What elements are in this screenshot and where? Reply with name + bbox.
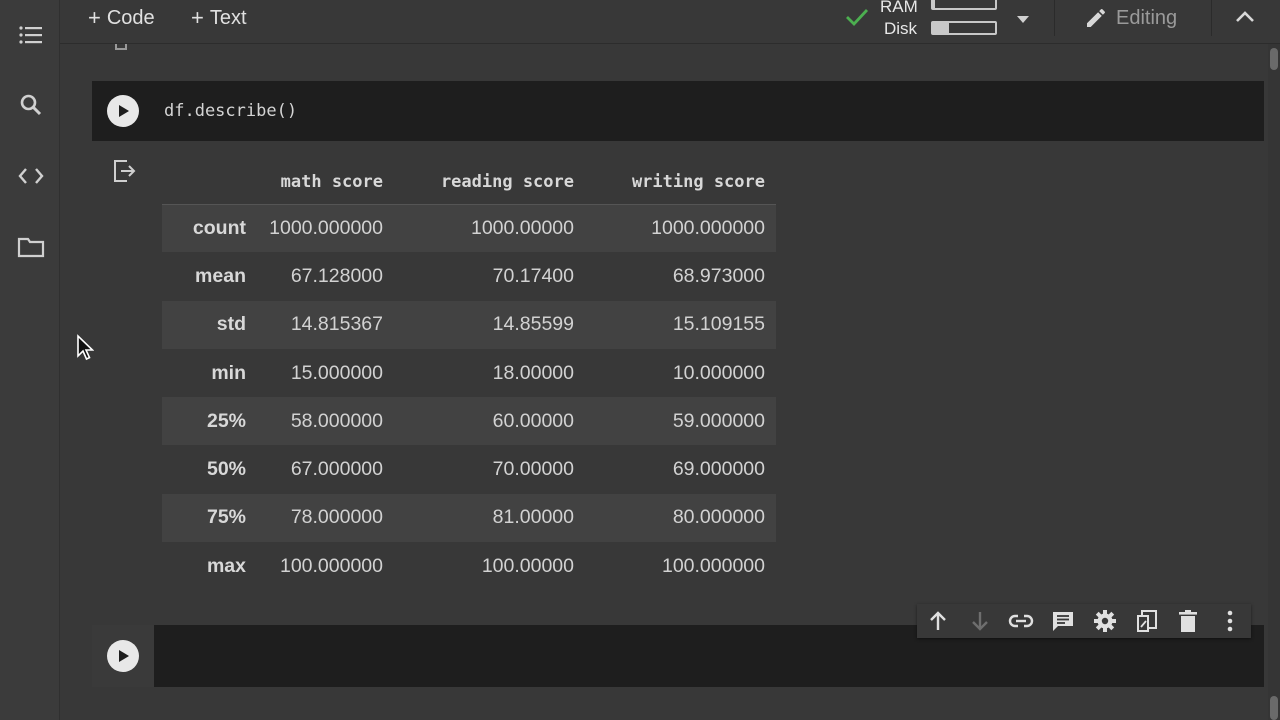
delete-icon[interactable] bbox=[1168, 604, 1210, 638]
plus-icon: + bbox=[191, 5, 204, 30]
play-icon bbox=[119, 105, 129, 117]
table-row: std 14.815367 14.85599 15.109155 bbox=[162, 300, 776, 349]
table-cell: 68.973000 bbox=[672, 264, 765, 287]
code-icon[interactable] bbox=[16, 161, 46, 191]
row-label: 75% bbox=[206, 506, 246, 529]
code-cell[interactable]: df.describe() bbox=[92, 81, 1264, 141]
ram-bar bbox=[931, 0, 997, 10]
table-cell: 15.000000 bbox=[290, 361, 383, 384]
table-row: mean 67.128000 70.17400 68.973000 bbox=[162, 252, 776, 300]
menu-icon[interactable] bbox=[16, 20, 46, 50]
scrollbar-thumb-bottom[interactable] bbox=[1270, 696, 1278, 720]
table-row: 25% 58.000000 60.00000 59.000000 bbox=[162, 397, 776, 446]
link-icon[interactable] bbox=[1001, 604, 1043, 638]
row-label: std bbox=[216, 313, 246, 336]
collapsed-output-icon bbox=[115, 44, 127, 50]
resources-dropdown-icon[interactable] bbox=[1016, 12, 1030, 30]
table-cell: 60.00000 bbox=[492, 409, 574, 432]
add-text-button[interactable]: + Text bbox=[191, 4, 247, 32]
run-cell-button[interactable] bbox=[107, 95, 139, 127]
table-row: 75% 78.000000 81.00000 80.000000 bbox=[162, 493, 776, 543]
column-header: math score bbox=[280, 171, 383, 192]
table-cell: 18.00000 bbox=[492, 361, 574, 384]
check-icon bbox=[844, 6, 870, 33]
run-cell-button[interactable] bbox=[107, 640, 139, 672]
disk-label: Disk bbox=[884, 19, 918, 38]
row-label: 25% bbox=[206, 409, 246, 432]
table-cell: 15.109155 bbox=[672, 313, 765, 336]
table-cell: 80.000000 bbox=[672, 506, 765, 529]
search-icon[interactable] bbox=[16, 90, 46, 120]
add-code-button[interactable]: + Code bbox=[88, 4, 155, 32]
table-cell: 1000.00000 bbox=[470, 216, 574, 239]
collapse-header-icon[interactable] bbox=[1234, 8, 1256, 29]
plus-icon: + bbox=[88, 5, 101, 30]
table-cell: 1000.000000 bbox=[651, 216, 765, 239]
table-row: 50% 67.000000 70.00000 69.000000 bbox=[162, 445, 776, 493]
left-sidebar bbox=[0, 0, 60, 720]
row-label: 50% bbox=[206, 458, 246, 481]
table-cell: 70.00000 bbox=[492, 458, 574, 481]
notebook-toolbar: + Code + Text RAM Disk Editing bbox=[60, 0, 1280, 44]
table-row: max 100.000000 100.00000 100.000000 bbox=[162, 542, 776, 590]
row-label: mean bbox=[195, 264, 246, 287]
toolbar-divider bbox=[1054, 0, 1055, 36]
move-down-icon[interactable] bbox=[959, 604, 1001, 638]
index-header bbox=[162, 160, 257, 204]
output-icon[interactable] bbox=[112, 158, 138, 184]
editing-mode-button[interactable]: Editing bbox=[1084, 4, 1177, 32]
table-row: min 15.000000 18.00000 10.000000 bbox=[162, 349, 776, 397]
table-cell: 59.000000 bbox=[672, 409, 765, 432]
table-cell: 58.000000 bbox=[290, 409, 383, 432]
table-header-row: math score reading score writing score bbox=[162, 160, 776, 204]
notebook-scrollbar[interactable] bbox=[1268, 44, 1280, 720]
table-cell: 14.85599 bbox=[492, 313, 574, 336]
table-cell: 78.000000 bbox=[290, 506, 383, 529]
pencil-icon bbox=[1084, 6, 1108, 30]
table-cell: 69.000000 bbox=[672, 458, 765, 481]
row-label: max bbox=[206, 554, 246, 577]
row-label: min bbox=[211, 361, 246, 384]
folder-icon[interactable] bbox=[16, 232, 46, 262]
move-up-icon[interactable] bbox=[917, 604, 959, 638]
add-text-label: Text bbox=[209, 6, 247, 29]
mouse-cursor-icon bbox=[76, 334, 95, 367]
column-header: writing score bbox=[631, 171, 765, 192]
settings-icon[interactable] bbox=[1084, 604, 1126, 638]
ram-label: RAM bbox=[880, 0, 918, 16]
table-cell: 100.000000 bbox=[661, 554, 765, 577]
notebook-area: df.describe() math score reading score w… bbox=[60, 44, 1268, 720]
describe-table: math score reading score writing score c… bbox=[162, 160, 776, 590]
editing-label: Editing bbox=[1116, 6, 1178, 29]
table-row: count 1000.000000 1000.00000 1000.000000 bbox=[162, 204, 776, 253]
table-cell: 67.128000 bbox=[290, 264, 383, 287]
table-cell: 70.17400 bbox=[492, 264, 574, 287]
scrollbar-thumb[interactable] bbox=[1270, 48, 1278, 70]
cell-code[interactable]: df.describe() bbox=[164, 101, 297, 121]
play-icon bbox=[119, 650, 129, 662]
comment-icon[interactable] bbox=[1042, 604, 1084, 638]
table-cell: 1000.000000 bbox=[269, 216, 383, 239]
table-cell: 100.000000 bbox=[279, 554, 383, 577]
table-cell: 81.00000 bbox=[492, 506, 574, 529]
more-icon[interactable] bbox=[1209, 604, 1251, 638]
resources-indicator[interactable]: RAM Disk bbox=[875, 0, 1027, 40]
table-cell: 10.000000 bbox=[672, 361, 765, 384]
table-cell: 67.000000 bbox=[290, 458, 383, 481]
mirror-icon[interactable] bbox=[1126, 604, 1168, 638]
table-cell: 100.00000 bbox=[481, 554, 574, 577]
toolbar-divider bbox=[1211, 0, 1212, 36]
add-code-label: Code bbox=[106, 6, 155, 29]
disk-bar bbox=[931, 21, 997, 35]
table-cell: 14.815367 bbox=[290, 313, 383, 336]
row-label: count bbox=[192, 216, 246, 239]
column-header: reading score bbox=[440, 171, 574, 192]
cell-toolbar bbox=[917, 604, 1251, 638]
